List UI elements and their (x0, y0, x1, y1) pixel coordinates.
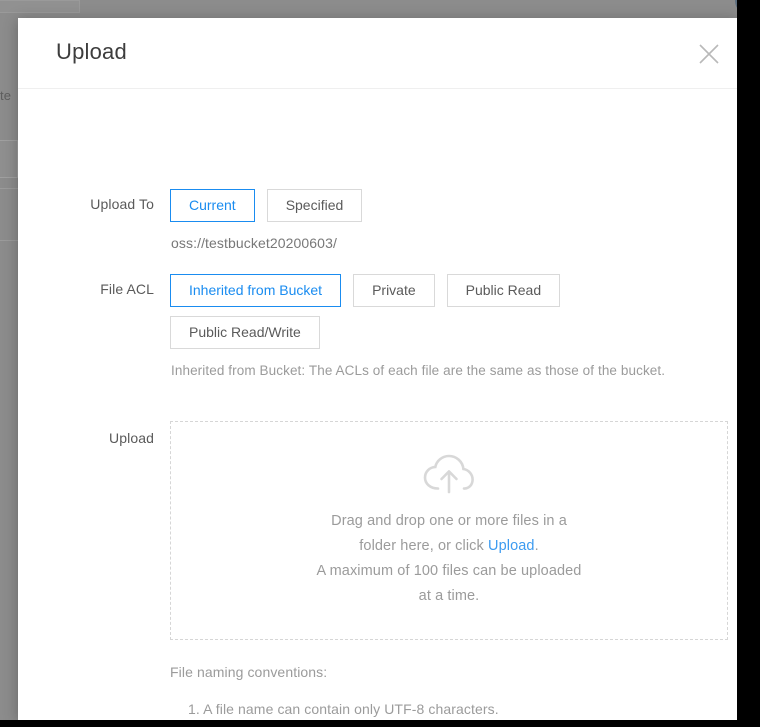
list-item: 1. A file name can contain only UTF-8 ch… (188, 701, 499, 717)
cloud-upload-icon (421, 452, 477, 501)
dropzone-line-2-suffix: . (534, 538, 539, 554)
file-acl-label: File ACL (100, 281, 154, 297)
file-acl-option-private[interactable]: Private (353, 274, 435, 307)
upload-label: Upload (109, 430, 154, 446)
file-acl-hint: Inherited from Bucket: The ACLs of each … (171, 363, 666, 378)
upload-dialog: Upload Upload To Current Specified oss:/… (18, 18, 737, 720)
file-acl-option-public-read-write[interactable]: Public Read/Write (170, 316, 320, 349)
background-input-stub (0, 140, 18, 178)
frame-edge-bottom (0, 720, 760, 727)
dialog-header: Upload (18, 18, 737, 89)
file-acl-button-group: Inherited from Bucket Private Public Rea… (170, 274, 600, 358)
dropzone-line-1: Drag and drop one or more files in a (331, 513, 567, 529)
upload-to-option-current[interactable]: Current (170, 189, 255, 222)
page-title: Upload (56, 39, 127, 64)
background-button-stub (0, 0, 80, 13)
dropzone-upload-link[interactable]: Upload (488, 538, 535, 554)
dropzone-line-2-prefix: folder here, or click (359, 538, 489, 554)
dropzone-line-3: A maximum of 100 files can be uploaded (316, 563, 582, 579)
background-divider-1 (0, 188, 18, 189)
upload-to-path: oss://testbucket20200603/ (171, 235, 337, 251)
file-acl-option-inherited[interactable]: Inherited from Bucket (170, 274, 342, 307)
upload-to-label: Upload To (90, 196, 154, 212)
background-truncated-label: te (0, 88, 12, 103)
dropzone-line-2: folder here, or click Upload. (317, 534, 582, 559)
upload-to-button-group: Current Specified (170, 189, 600, 231)
dropzone-text: Drag and drop one or more files in a fol… (317, 509, 582, 609)
frame-edge-right (737, 0, 760, 727)
upload-dropzone[interactable]: Drag and drop one or more files in a fol… (170, 421, 728, 640)
conventions-title: File naming conventions: (170, 664, 328, 680)
dropzone-line-4: at a time. (418, 588, 480, 604)
background-divider-2 (0, 240, 18, 241)
file-acl-option-public-read[interactable]: Public Read (446, 274, 561, 307)
upload-to-option-specified[interactable]: Specified (266, 189, 363, 222)
conventions-list: 1. A file name can contain only UTF-8 ch… (188, 697, 737, 720)
close-icon[interactable] (695, 40, 723, 68)
